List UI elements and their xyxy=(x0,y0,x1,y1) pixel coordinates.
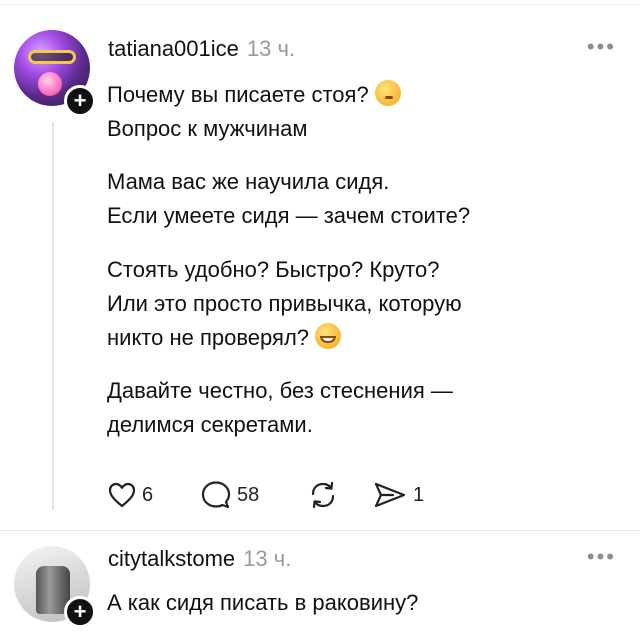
bubblegum-graphic xyxy=(38,72,62,96)
post-header: tatiana001ice 13 ч. xyxy=(108,36,295,62)
more-options-button[interactable]: ••• xyxy=(587,34,616,60)
post-text-line: Если умеете сидя — зачем стоите? xyxy=(107,203,471,228)
post-paragraph: Почему вы писаете стоя? Вопрос к мужчина… xyxy=(107,78,607,146)
thread-line xyxy=(52,122,54,510)
post-paragraph: Мама вас же научила сидя. Если умеете си… xyxy=(107,165,607,233)
glasses-graphic xyxy=(28,50,76,64)
post-text-line: Вопрос к мужчинам xyxy=(107,116,308,141)
post-text-line: А как сидя писать в раковину? xyxy=(107,590,419,615)
comment-icon xyxy=(201,481,231,509)
reply-text: А как сидя писать в раковину? xyxy=(107,586,607,620)
post-text-line: делимся секретами. xyxy=(107,412,313,437)
thinking-face-emoji xyxy=(374,80,401,106)
like-button[interactable]: 6 xyxy=(108,478,153,512)
send-icon xyxy=(374,482,406,508)
timestamp: 13 ч. xyxy=(243,546,292,571)
more-options-button[interactable]: ••• xyxy=(587,544,616,570)
post-text-line: никто не проверял? xyxy=(107,325,310,350)
share-button[interactable]: 1 xyxy=(373,478,424,512)
top-divider xyxy=(0,4,640,5)
like-count: 6 xyxy=(142,483,154,506)
heart-icon xyxy=(108,482,136,508)
post-divider xyxy=(0,530,640,531)
post-text-line: Или это просто привычка, которую xyxy=(107,291,462,316)
grinning-face-emoji xyxy=(315,323,342,349)
username-link[interactable]: citytalkstome xyxy=(108,546,235,571)
repost-button[interactable] xyxy=(308,478,338,512)
post-text-line: Почему вы писаете стоя? xyxy=(107,82,369,107)
post-text-line: Мама вас же научила сидя. xyxy=(107,169,390,194)
follow-button[interactable]: + xyxy=(64,596,96,628)
timestamp: 13 ч. xyxy=(246,36,296,61)
post-header: citytalkstome 13 ч. xyxy=(108,546,291,572)
post-text-line: Давайте честно, без стеснения — xyxy=(107,378,453,403)
username-link[interactable]: tatiana001ice xyxy=(108,36,239,61)
post-paragraph: Давайте честно, без стеснения — делимся … xyxy=(107,374,607,442)
post-text-line: Стоять удобно? Быстро? Круто? xyxy=(107,257,440,282)
follow-button[interactable]: + xyxy=(64,85,96,117)
repost-icon xyxy=(311,481,335,509)
reply-count: 58 xyxy=(237,483,260,506)
reply-button[interactable]: 58 xyxy=(201,478,259,512)
share-count: 1 xyxy=(413,483,425,506)
post-paragraph: Стоять удобно? Быстро? Круто? Или это пр… xyxy=(107,253,607,355)
